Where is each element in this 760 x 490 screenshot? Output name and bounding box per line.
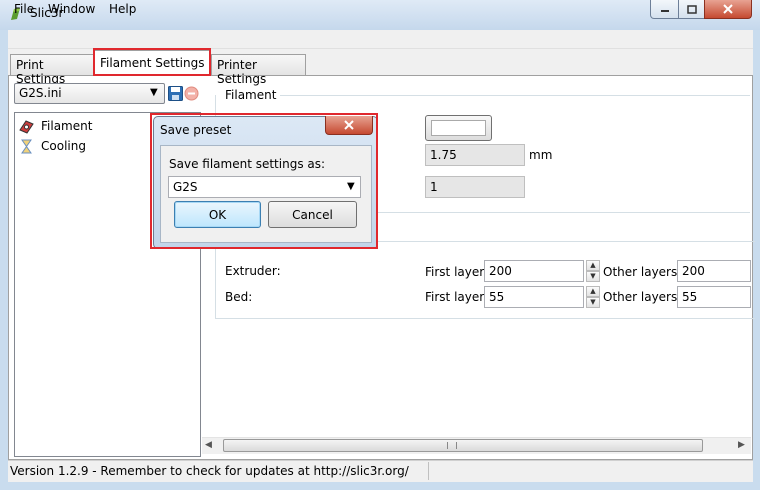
extruder-first-layer-input[interactable]: 200: [484, 260, 584, 282]
spool-icon: [19, 119, 34, 134]
tree-item-label: Cooling: [41, 139, 86, 153]
extruder-first-layer-spinner[interactable]: ▲ ▼: [586, 260, 600, 282]
spin-down-icon[interactable]: ▼: [586, 271, 600, 282]
extruder-label: Extruder:: [225, 264, 281, 278]
hourglass-icon: [21, 139, 32, 153]
spin-up-icon[interactable]: ▲: [586, 260, 600, 271]
maximize-icon: [686, 4, 697, 14]
delete-icon[interactable]: [184, 86, 199, 101]
bed-first-layer-input[interactable]: 55: [484, 286, 584, 308]
bed-first-layer-spinner[interactable]: ▲ ▼: [586, 286, 600, 308]
status-separator: [428, 462, 429, 480]
menu-bar: [8, 30, 753, 49]
tab-print-settings[interactable]: Print Settings: [10, 54, 94, 86]
menu-window[interactable]: Window: [48, 2, 95, 16]
bed-other-layers-input[interactable]: 55: [677, 286, 751, 308]
tree-item-label: Filament: [41, 119, 93, 133]
chevron-down-icon: ▼: [150, 87, 158, 98]
first-layer-label: First layer:: [425, 290, 489, 304]
ok-button[interactable]: OK: [174, 201, 261, 228]
spin-down-icon[interactable]: ▼: [586, 297, 600, 308]
diameter-field[interactable]: 1.75: [425, 144, 525, 166]
close-button[interactable]: [704, 0, 752, 19]
tree-item-filament[interactable]: Filament: [18, 117, 92, 135]
tab-printer-settings[interactable]: Printer Settings: [211, 54, 306, 86]
extrusion-multiplier-field[interactable]: 1: [425, 176, 525, 198]
preset-select[interactable]: G2S.ini: [14, 83, 165, 104]
other-layers-label: Other layers:: [603, 290, 682, 304]
tree-item-cooling[interactable]: Cooling: [18, 137, 86, 155]
status-text: Version 1.2.9 - Remember to check for up…: [10, 464, 409, 478]
preset-name-combo[interactable]: G2S: [168, 176, 361, 198]
dialog-prompt: Save filament settings as:: [169, 157, 326, 171]
tab-filament-settings[interactable]: Filament Settings: [94, 50, 211, 75]
group-divider: [280, 95, 750, 96]
dialog-close-button[interactable]: [325, 116, 373, 135]
close-icon: [344, 120, 354, 130]
extruder-other-layers-input[interactable]: 200: [677, 260, 751, 282]
chevron-down-icon[interactable]: ▼: [347, 181, 355, 192]
maximize-button[interactable]: [678, 0, 705, 19]
save-icon[interactable]: [168, 86, 183, 101]
minimize-button[interactable]: [650, 0, 679, 19]
group-title-filament: Filament: [225, 88, 277, 102]
cancel-button[interactable]: Cancel: [268, 201, 357, 228]
menu-help[interactable]: Help: [109, 2, 136, 16]
diameter-unit: mm: [529, 148, 553, 162]
color-swatch: [431, 120, 486, 136]
scroll-right-icon[interactable]: ▶: [738, 440, 745, 450]
scrollbar-grip: [447, 442, 457, 449]
menu-file[interactable]: File: [14, 2, 34, 16]
dialog-title: Save preset: [160, 123, 232, 137]
minimize-icon: [660, 10, 669, 12]
first-layer-label: First layer:: [425, 265, 489, 279]
scrollbar-thumb[interactable]: [223, 439, 703, 452]
close-icon: [723, 4, 733, 14]
scroll-left-icon[interactable]: ◀: [205, 440, 212, 450]
spin-up-icon[interactable]: ▲: [586, 286, 600, 297]
bed-label: Bed:: [225, 290, 253, 304]
other-layers-label: Other layers:: [603, 265, 682, 279]
